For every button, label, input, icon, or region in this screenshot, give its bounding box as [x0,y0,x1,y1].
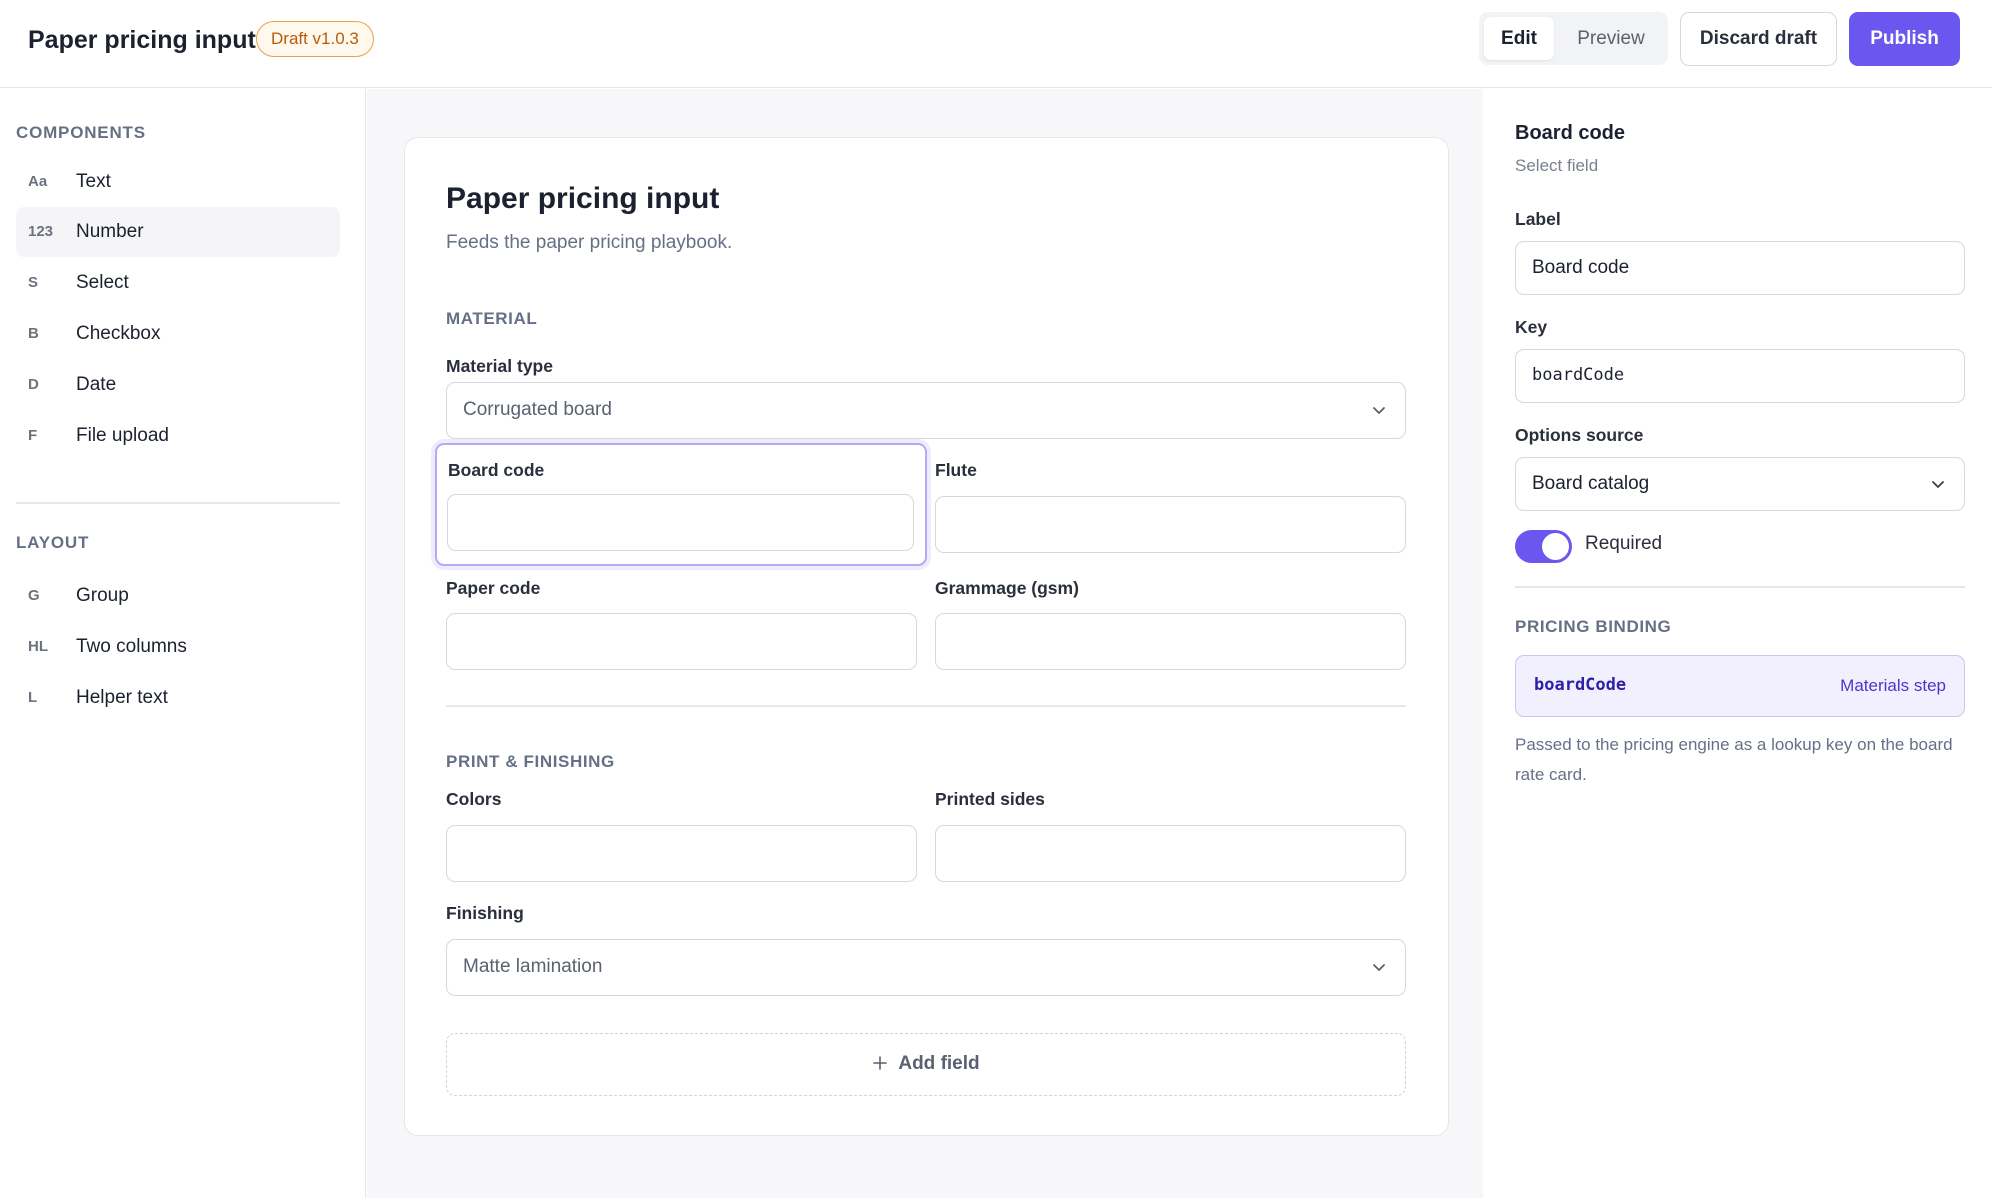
add-field-button[interactable]: Add field [446,1033,1406,1096]
section-divider [446,705,1406,707]
palette-item-label: Text [76,171,111,192]
options-source-label: Options source [1515,425,1644,445]
palette-item-group[interactable]: G Group [16,571,340,621]
options-source-select[interactable]: Board catalog [1515,457,1965,511]
label-input[interactable]: Board code [1515,241,1965,295]
material-type-select[interactable]: Corrugated board [446,382,1406,439]
binding-helper-text: Passed to the pricing engine as a lookup… [1515,735,1953,784]
material-type-value: Corrugated board [463,399,612,420]
palette-item-checkbox[interactable]: B Checkbox [16,309,340,359]
number-icon: 123 [28,223,54,240]
board-code-field-selected[interactable]: Board code [435,443,927,566]
mode-edit-tab[interactable]: Edit [1484,17,1554,60]
mode-preview-tab[interactable]: Preview [1561,17,1661,60]
options-source-value: Board catalog [1532,473,1650,494]
helper-text-icon: L [28,689,38,706]
required-label: Required [1585,533,1663,554]
paper-code-input[interactable] [446,613,917,670]
layout-heading: LAYOUT [16,533,90,552]
plus-icon [873,1056,888,1070]
add-field-label: Add field [898,1053,980,1074]
chevron-down-icon [1373,407,1385,414]
date-icon: D [28,376,39,393]
printed-sides-input[interactable] [935,825,1406,882]
palette-item-label: Select [76,272,129,293]
form-card: Paper pricing input Feeds the paper pric… [404,137,1449,1136]
form-canvas: Paper pricing input Feeds the paper pric… [367,89,1483,1198]
palette-item-text[interactable]: Aa Text [16,157,340,207]
label-input-value: Board code [1532,257,1630,278]
checkbox-icon: B [28,325,39,342]
key-input[interactable]: boardCode [1515,349,1965,403]
paper-code-label: Paper code [446,578,541,598]
text-icon: Aa [28,173,48,190]
field-inspector: Board code Select field Label Board code… [1484,89,1992,1198]
inspector-subtitle: Select field [1515,156,1599,175]
toggle-knob [1542,533,1569,560]
material-section-heading: MATERIAL [446,309,538,328]
palette-item-label: Helper text [76,687,168,708]
form-title: Paper pricing input [446,182,720,215]
top-bar: Paper pricing input Draft v1.0.3 Edit Pr… [0,0,1992,88]
palette-item-date[interactable]: D Date [16,360,340,410]
group-icon: G [28,587,40,604]
palette-item-label: Date [76,374,117,395]
pricing-binding-heading: PRICING BINDING [1515,617,1672,636]
key-input-value: boardCode [1532,365,1625,385]
select-icon: S [28,274,39,291]
grammage-label: Grammage (gsm) [935,578,1079,598]
palette-item-label: Number [76,221,144,242]
board-code-input[interactable] [447,494,914,551]
discard-draft-button[interactable]: Discard draft [1680,12,1837,66]
colors-label: Colors [446,789,502,809]
binding-step-link[interactable]: Materials step [1840,656,1946,715]
print-finishing-section-heading: PRINT & FINISHING [446,752,615,771]
label-field-label: Label [1515,209,1561,229]
components-heading: COMPONENTS [16,123,146,142]
palette-item-two-columns[interactable]: HL Two columns [16,622,340,672]
form-subtitle: Feeds the paper pricing playbook. [446,232,733,253]
flute-label: Flute [935,460,977,480]
flute-input[interactable] [935,496,1406,553]
finishing-value: Matte lamination [463,956,603,977]
publish-button[interactable]: Publish [1849,12,1960,66]
palette-item-label: Group [76,585,129,606]
version-badge: Draft v1.0.3 [256,21,374,57]
inspector-divider [1515,586,1965,588]
board-code-label: Board code [448,460,545,480]
mode-switch: Edit Preview [1479,12,1668,65]
palette-item-select[interactable]: S Select [16,258,340,308]
key-field-label: Key [1515,317,1548,337]
pricing-binding-card[interactable]: boardCode Materials step [1515,655,1965,717]
palette-item-label: File upload [76,425,169,446]
inspector-title: Board code [1515,122,1626,144]
required-toggle[interactable] [1515,530,1572,563]
colors-input[interactable] [446,825,917,882]
palette-item-file-upload[interactable]: F File upload [16,411,340,461]
palette-item-label: Checkbox [76,323,161,344]
binding-key: boardCode [1534,675,1627,695]
palette-item-number[interactable]: 123 Number [16,207,340,257]
printed-sides-label: Printed sides [935,789,1045,809]
finishing-select[interactable]: Matte lamination [446,939,1406,996]
file-upload-icon: F [28,427,38,444]
sidebar-divider [16,502,340,504]
chevron-down-icon [1932,481,1944,488]
palette-item-helper-text[interactable]: L Helper text [16,673,340,723]
two-columns-icon: HL [28,638,48,655]
material-type-label: Material type [446,356,553,376]
app-title: Paper pricing input [28,26,256,54]
chevron-down-icon [1373,964,1385,971]
component-palette: COMPONENTS Aa Text 123 Number S Select B… [0,89,366,1198]
grammage-input[interactable] [935,613,1406,670]
palette-item-label: Two columns [76,636,187,657]
finishing-label: Finishing [446,903,524,923]
